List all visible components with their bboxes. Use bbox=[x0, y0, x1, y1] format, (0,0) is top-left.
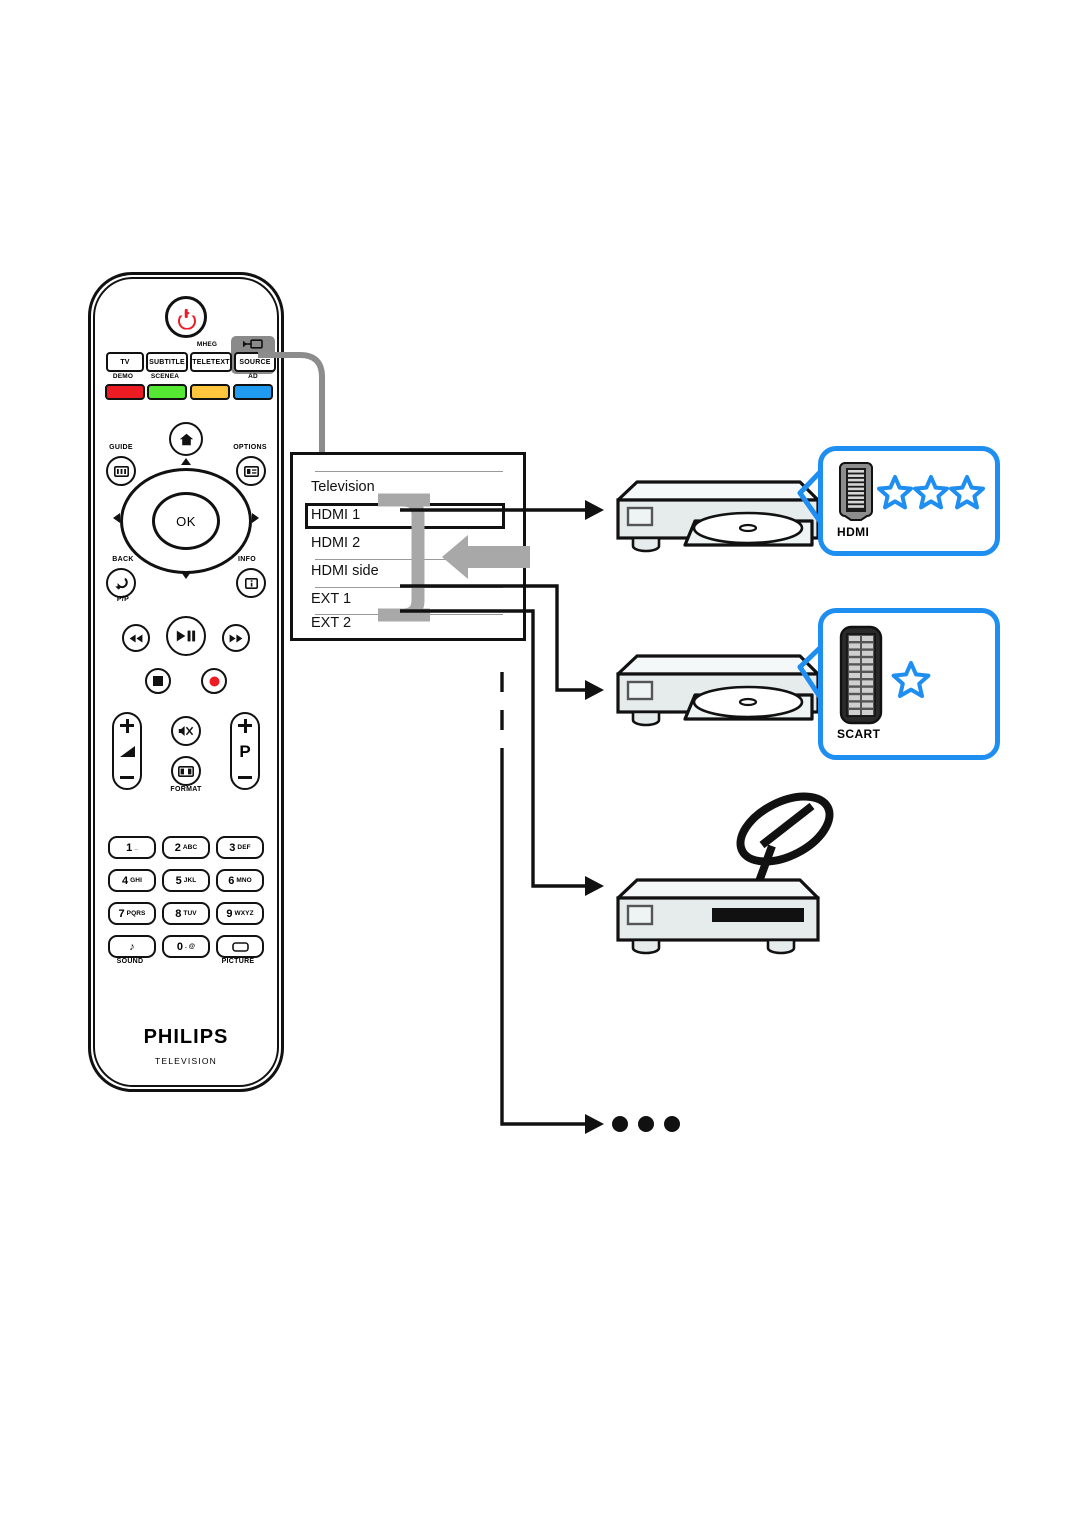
satellite-receiver bbox=[616, 792, 834, 955]
demo-label: DEMO bbox=[112, 373, 134, 380]
mute-icon bbox=[178, 725, 194, 737]
disc-player-middle bbox=[616, 654, 820, 727]
rewind-button[interactable] bbox=[122, 624, 150, 652]
options-label: OPTIONS bbox=[233, 444, 267, 451]
sound-label: SOUND bbox=[116, 958, 144, 965]
menu-item-hdmi-1[interactable]: HDMI 1 bbox=[311, 507, 501, 523]
plus-icon[interactable] bbox=[120, 718, 134, 733]
diagram-canvas: MHEG TV SUBTITLE TELETEXT SOURCE DEMO SC bbox=[0, 0, 1080, 1532]
subtitle-button[interactable]: SUBTITLE bbox=[146, 352, 188, 372]
key-4[interactable]: 4 GHI bbox=[108, 869, 156, 892]
format-icon bbox=[178, 765, 194, 777]
philips-remote-control: MHEG TV SUBTITLE TELETEXT SOURCE DEMO SC bbox=[88, 272, 284, 1092]
stop-icon bbox=[153, 676, 163, 686]
green-button[interactable] bbox=[147, 384, 187, 400]
picture-icon bbox=[231, 941, 249, 952]
hdmi-star-rating bbox=[877, 475, 985, 510]
mute-button[interactable] bbox=[171, 716, 201, 746]
program-rocker[interactable]: P bbox=[230, 712, 260, 790]
menu-item-ext-2[interactable]: EXT 2 bbox=[311, 615, 501, 631]
options-icon bbox=[243, 465, 259, 477]
back-label: BACK bbox=[112, 556, 134, 563]
television-word: TELEVISION bbox=[154, 1056, 218, 1066]
guide-button[interactable] bbox=[106, 456, 136, 486]
program-label: P bbox=[239, 741, 251, 761]
format-label: FORMAT bbox=[170, 786, 202, 793]
info-button[interactable] bbox=[236, 568, 266, 598]
stop-button[interactable] bbox=[145, 668, 171, 694]
volume-rocker[interactable] bbox=[112, 712, 142, 790]
play-pause-icon bbox=[176, 630, 196, 642]
hdmi-label: HDMI bbox=[837, 525, 870, 539]
hdmi-callout: HDMI bbox=[818, 446, 1000, 556]
record-button[interactable] bbox=[201, 668, 227, 694]
key-3[interactable]: 3 DEF bbox=[216, 836, 264, 859]
red-button[interactable] bbox=[105, 384, 145, 400]
power-button[interactable] bbox=[165, 296, 207, 338]
source-input-icon bbox=[242, 339, 264, 349]
chevron-down-icon[interactable] bbox=[181, 572, 191, 579]
back-arrow-icon bbox=[114, 577, 129, 590]
home-button[interactable] bbox=[169, 422, 203, 456]
key-1[interactable]: 1 _ bbox=[108, 836, 156, 859]
record-icon bbox=[209, 676, 220, 687]
scart-label: SCART bbox=[837, 727, 881, 741]
menu-item-television[interactable]: Television bbox=[311, 479, 501, 495]
minus-icon[interactable] bbox=[238, 770, 252, 784]
key-0[interactable]: 0. @ bbox=[162, 935, 210, 958]
ok-button[interactable]: OK bbox=[152, 492, 220, 550]
rewind-icon bbox=[129, 634, 143, 643]
minus-icon[interactable] bbox=[120, 770, 134, 784]
key-2[interactable]: 2 ABC bbox=[162, 836, 210, 859]
menu-item-hdmi-2[interactable]: HDMI 2 bbox=[311, 535, 501, 551]
info-icon bbox=[244, 577, 258, 589]
play-pause-button[interactable] bbox=[166, 616, 206, 656]
options-button[interactable] bbox=[236, 456, 266, 486]
plus-icon[interactable] bbox=[238, 718, 252, 733]
key-6[interactable]: 6 MNO bbox=[216, 869, 264, 892]
chevron-left-icon[interactable] bbox=[113, 513, 120, 523]
hdmi-connector-icon bbox=[839, 461, 873, 523]
key-7[interactable]: 7 PQRS bbox=[108, 902, 156, 925]
more-devices-ellipsis bbox=[612, 1116, 680, 1132]
source-menu-panel[interactable]: Television HDMI 1 HDMI 2 HDMI side EXT 1… bbox=[290, 452, 526, 641]
format-button[interactable] bbox=[171, 756, 201, 786]
mheg-label: MHEG bbox=[196, 341, 218, 348]
power-icon bbox=[178, 308, 196, 330]
satellite-dish-icon bbox=[736, 792, 834, 889]
info-label: INFO bbox=[238, 556, 256, 563]
menu-item-hdmi-side[interactable]: HDMI side bbox=[311, 563, 501, 579]
key-5[interactable]: 5 JKL bbox=[162, 869, 210, 892]
picture-label: PICTURE bbox=[221, 958, 255, 965]
chevron-right-icon[interactable] bbox=[252, 513, 259, 523]
source-button[interactable]: SOURCE bbox=[234, 352, 276, 372]
fast-forward-button[interactable] bbox=[222, 624, 250, 652]
back-button[interactable] bbox=[106, 568, 136, 598]
disc-player-top bbox=[616, 480, 820, 553]
scart-callout: SCART bbox=[818, 608, 1000, 760]
teletext-button[interactable]: TELETEXT bbox=[190, 352, 232, 372]
guide-icon bbox=[113, 465, 129, 477]
scart-star-rating bbox=[891, 661, 931, 698]
scart-connector-icon bbox=[839, 625, 883, 725]
scenea-label: SCENEA bbox=[150, 373, 180, 380]
remote-color-button-row: DEMO SCENEA AD bbox=[100, 373, 273, 400]
key-sound[interactable]: ♪ bbox=[108, 935, 156, 958]
volume-icon bbox=[119, 745, 135, 757]
fast-forward-icon bbox=[229, 634, 243, 643]
yellow-button[interactable] bbox=[190, 384, 230, 400]
blue-button[interactable] bbox=[233, 384, 273, 400]
key-picture[interactable] bbox=[216, 935, 264, 958]
home-icon bbox=[179, 433, 194, 446]
remote-top-button-row: MHEG TV SUBTITLE TELETEXT SOURCE bbox=[100, 336, 276, 374]
philips-logo: PHILIPS bbox=[143, 1026, 229, 1048]
back-sub-label: P/P bbox=[116, 596, 130, 603]
chevron-up-icon[interactable] bbox=[181, 458, 191, 465]
key-9[interactable]: 9 WXYZ bbox=[216, 902, 264, 925]
tv-button[interactable]: TV bbox=[106, 352, 144, 372]
menu-item-ext-1[interactable]: EXT 1 bbox=[311, 591, 501, 607]
guide-label: GUIDE bbox=[109, 444, 133, 451]
ad-label: AD bbox=[248, 373, 258, 380]
key-8[interactable]: 8 TUV bbox=[162, 902, 210, 925]
